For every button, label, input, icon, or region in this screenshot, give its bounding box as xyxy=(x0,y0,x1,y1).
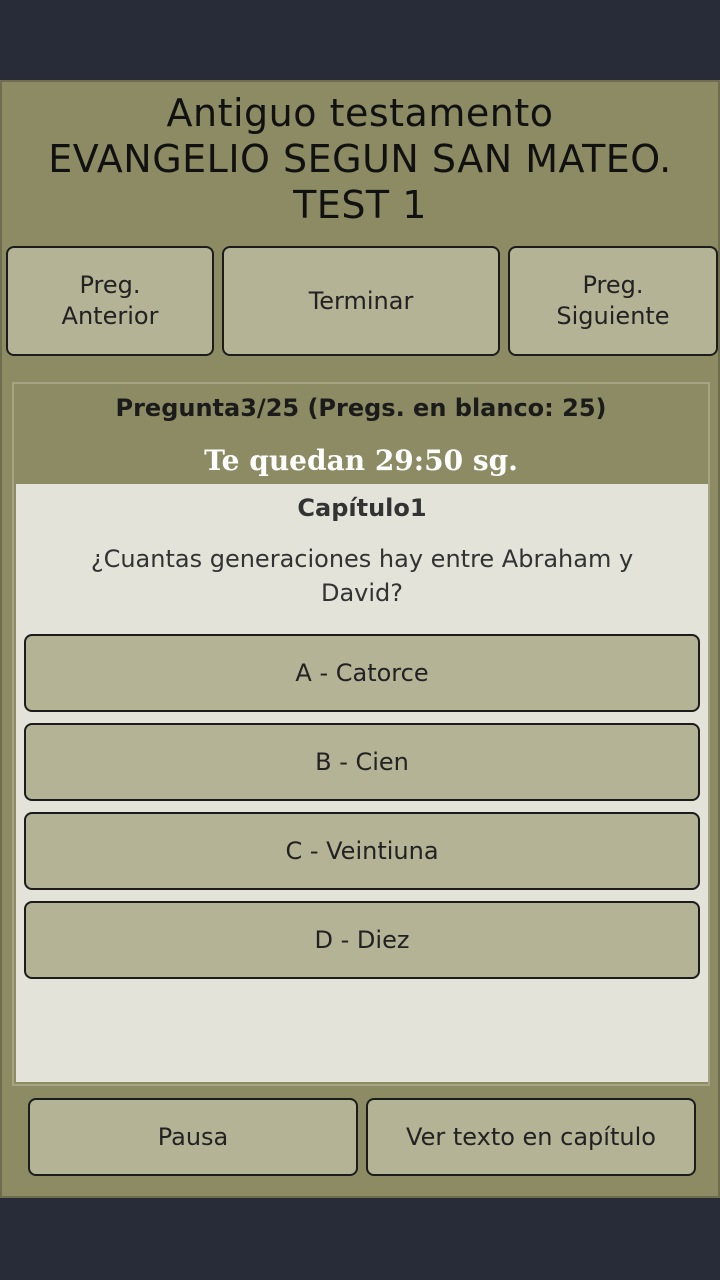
question-status: Pregunta3/25 (Pregs. en blanco: 25) xyxy=(115,394,607,422)
question-container: Pregunta3/25 (Pregs. en blanco: 25) Te q… xyxy=(12,382,710,1086)
title-line-1: Antiguo testamento xyxy=(166,91,554,135)
question-area: Capítulo1 ¿Cuantas generaciones hay entr… xyxy=(16,484,708,1082)
page-title: Antiguo testamento EVANGELIO SEGUN SAN M… xyxy=(2,90,718,228)
previous-question-button[interactable]: Preg. Anterior xyxy=(6,246,214,356)
answer-option-c[interactable]: C - Veintiuna xyxy=(24,812,700,890)
quiz-panel: Antiguo testamento EVANGELIO SEGUN SAN M… xyxy=(0,80,720,1198)
title-line-3: TEST 1 xyxy=(293,183,427,227)
view-chapter-text-label: Ver texto en capítulo xyxy=(406,1122,656,1151)
previous-button-label-1: Preg. xyxy=(79,271,141,299)
chapter-label: Capítulo1 xyxy=(297,494,427,522)
answer-label: D - Diez xyxy=(314,926,410,954)
answer-label: C - Veintiuna xyxy=(285,837,439,865)
view-chapter-text-button[interactable]: Ver texto en capítulo xyxy=(366,1098,696,1176)
answer-label: A - Catorce xyxy=(295,659,429,687)
app-screen: Antiguo testamento EVANGELIO SEGUN SAN M… xyxy=(0,0,720,1280)
finish-button[interactable]: Terminar xyxy=(222,246,500,356)
next-button-label-2: Siguiente xyxy=(556,302,670,330)
question-text: ¿Cuantas generaciones hay entre Abraham … xyxy=(90,545,634,607)
finish-button-label: Terminar xyxy=(308,286,414,315)
pause-button-label: Pausa xyxy=(157,1122,229,1151)
next-question-button[interactable]: Preg. Siguiente xyxy=(508,246,718,356)
next-button-label-1: Preg. xyxy=(582,271,644,299)
title-line-2: EVANGELIO SEGUN SAN MATEO. xyxy=(48,137,672,181)
answer-option-a[interactable]: A - Catorce xyxy=(24,634,700,712)
answer-option-d[interactable]: D - Diez xyxy=(24,901,700,979)
previous-button-label-2: Anterior xyxy=(61,302,159,330)
time-remaining: Te quedan 29:50 sg. xyxy=(204,444,518,477)
answer-label: B - Cien xyxy=(315,748,409,776)
answer-option-b[interactable]: B - Cien xyxy=(24,723,700,801)
pause-button[interactable]: Pausa xyxy=(28,1098,358,1176)
